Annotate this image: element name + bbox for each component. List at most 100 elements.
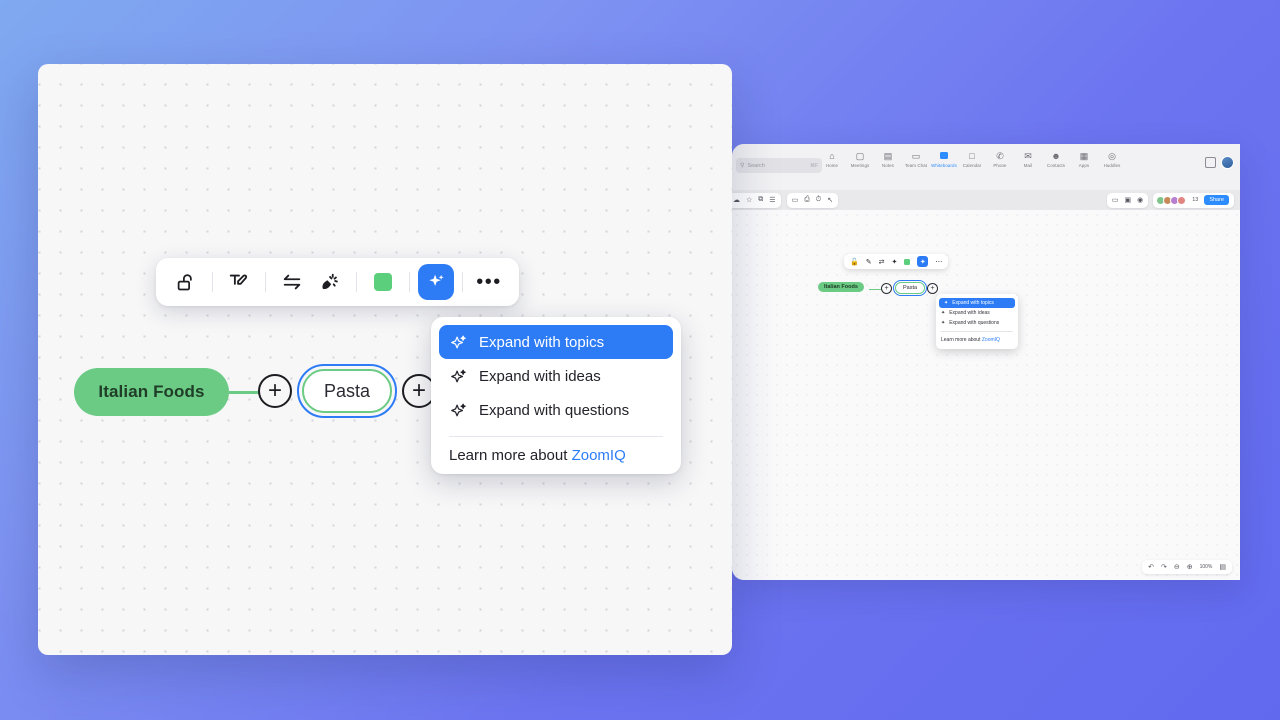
thumbnail-node-root[interactable]: Italian Foods (818, 282, 864, 292)
zoomiq-link[interactable]: ZoomIQ (572, 447, 626, 464)
thumbnail-collab-tools: ▭ ▣ ◉ 13 Share (1106, 192, 1234, 208)
thumbnail-collab-tool-2[interactable]: ◉ (1137, 196, 1143, 204)
menu-item-expand-with-topics[interactable]: Expand with topics (439, 325, 673, 359)
magic-wand-icon[interactable] (312, 264, 348, 300)
toolbar-divider (212, 272, 213, 292)
thumbnail-collab-tool-0[interactable]: ▭ (1112, 196, 1119, 204)
thumbnail-menu-item-questions[interactable]: ✦ Expand with questions (936, 318, 1018, 328)
thumbnail-nav-item-label: Contacts (1046, 163, 1066, 168)
menu-item-label: Expand with topics (479, 333, 605, 351)
thumbnail-nav-item-home[interactable]: ⌂ Home (818, 150, 846, 168)
learn-more-row: Learn more about ZoomIQ (431, 441, 681, 468)
thumbnail-tool-2[interactable]: ⧉ (758, 196, 763, 204)
thumbnail-view-tools[interactable]: ▭ ⎙ ⏱ ↖ (786, 192, 839, 208)
mindmap-node-child-label: Pasta (323, 380, 371, 401)
add-child-node-button[interactable]: + (258, 374, 292, 408)
thumbnail-nav-item-huddles[interactable]: ◎ Huddles (1098, 150, 1126, 168)
more-icon[interactable]: ⋯ (935, 258, 942, 266)
menu-item-expand-with-questions[interactable]: Expand with questions (439, 393, 673, 427)
undo-icon[interactable]: ↶ (1148, 563, 1154, 571)
nav-icon: ▤ (883, 151, 893, 161)
color-swatch-button[interactable] (365, 264, 401, 300)
thumbnail-menu-item-label: Expand with questions (949, 320, 1000, 326)
share-button[interactable]: Share (1204, 195, 1229, 205)
sparkle-icon: ✦ (944, 300, 949, 306)
thumbnail-nav-item-team-chat[interactable]: ▭ Team Chat (902, 150, 930, 168)
ai-sparkle-icon[interactable]: ✦ (917, 256, 929, 267)
thumbnail-file-tools[interactable]: ☁ ☆ ⧉ ☰ (732, 192, 781, 208)
thumbnail-zoomiq-link[interactable]: ZoomIQ (982, 337, 1000, 343)
sparkle-icon: ✦ (941, 310, 946, 316)
node-floating-toolbar: ••• (156, 258, 519, 306)
nav-icon: ▢ (855, 151, 865, 161)
thumbnail-nav-item-contacts[interactable]: ☻ Contacts (1042, 150, 1070, 168)
menu-item-expand-with-ideas[interactable]: Expand with ideas (439, 359, 673, 393)
search-shortcut: ⌘F (809, 162, 818, 169)
thumbnail-tool-3[interactable]: ↖ (827, 196, 833, 204)
thumbnail-learn-more: Learn more about ZoomIQ (936, 335, 1018, 345)
thumbnail-context-menu: ✦ Expand with topics ✦ Expand with ideas… (936, 294, 1018, 349)
redo-icon[interactable]: ↷ (1161, 563, 1167, 571)
thumbnail-nav-item-label: Mail (1023, 163, 1033, 168)
thumbnail-nav-item-phone[interactable]: ✆ Phone (986, 150, 1014, 168)
mindmap-node-root[interactable]: Italian Foods (74, 368, 229, 416)
thumbnail-comment-tools[interactable]: ▭ ▣ ◉ (1106, 192, 1149, 208)
thumbnail-tool-0[interactable]: ☁ (733, 196, 740, 204)
menu-divider (449, 436, 663, 437)
thumbnail-nav-item-meetings[interactable]: ▢ Meetings (846, 150, 874, 168)
toolbar-divider (409, 272, 410, 292)
thumbnail-nav-item-whiteboards[interactable]: Whiteboards (930, 150, 958, 168)
toolbar-divider (356, 272, 357, 292)
nav-icon (930, 150, 958, 162)
thumbnail-node-child[interactable]: Pasta (892, 280, 928, 296)
thumbnail-nav-item-apps[interactable]: ▦ Apps (1070, 150, 1098, 168)
thumbnail-nav-item-label: Meetings (850, 163, 870, 168)
thumbnail-add-node-button-2[interactable]: + (927, 283, 938, 294)
thumbnail-canvas: 🔓 ✎ ⇄ ✦ ✦ ⋯ Italian Foods + Pasta + ✦ Ex… (732, 210, 1240, 580)
thumbnail-tool-3[interactable]: ☰ (769, 196, 775, 204)
toolbar-divider (265, 272, 266, 292)
sparkle-icon: ✦ (941, 320, 946, 326)
thumbnail-add-node-button[interactable]: + (881, 283, 892, 294)
window-controls-icon[interactable] (1205, 157, 1216, 168)
whiteboard-canvas[interactable]: Italian Foods + Pasta + ••• Expand with … (38, 64, 732, 655)
nav-icon: ✆ (996, 151, 1004, 161)
edit-text-icon[interactable]: ✎ (866, 258, 872, 266)
mindmap-node-selected[interactable]: Pasta (297, 364, 397, 418)
nav-icon: ✉ (1024, 151, 1032, 161)
thumbnail-nav-item-label: Huddles (1103, 163, 1121, 168)
thumbnail-tool-1[interactable]: ☆ (746, 196, 752, 204)
thumbnail-nav-item-label: Apps (1078, 163, 1090, 168)
thumbnail-nav-item-notes[interactable]: ▤ Notes (874, 150, 902, 168)
nav-icon: ◎ (1108, 151, 1116, 161)
ai-sparkle-button[interactable] (418, 264, 454, 300)
swap-icon[interactable]: ⇄ (879, 258, 885, 266)
thumbnail-menu-item-topics[interactable]: ✦ Expand with topics (939, 298, 1015, 308)
unlock-icon[interactable]: 🔓 (850, 258, 859, 266)
thumbnail-zoom-controls: ↶ ↷ ⊖ ⊕ 100% ▤ (1142, 560, 1232, 574)
zoom-level-label: 100% (1199, 564, 1213, 570)
magic-wand-icon[interactable]: ✦ (891, 258, 897, 266)
edit-text-icon[interactable] (221, 264, 257, 300)
zoom-in-icon[interactable]: ⊕ (1187, 563, 1193, 571)
thumbnail-nav-item-mail[interactable]: ✉ Mail (1014, 150, 1042, 168)
thumbnail-collab-tool-1[interactable]: ▣ (1124, 196, 1131, 204)
thumbnail-search-input[interactable]: ⚲ Search ⌘F (736, 158, 822, 173)
thumbnail-nav-item-calendar[interactable]: □ Calendar (958, 150, 986, 168)
unlock-icon[interactable] (168, 264, 204, 300)
sparkle-icon (449, 402, 467, 419)
zoom-out-icon[interactable]: ⊖ (1174, 563, 1180, 571)
thumbnail-tool-1[interactable]: ⎙ (804, 196, 810, 204)
color-swatch (374, 273, 392, 291)
thumbnail-menu-item-label: Expand with ideas (949, 310, 990, 316)
thumbnail-menu-item-ideas[interactable]: ✦ Expand with ideas (936, 308, 1018, 318)
color-swatch[interactable] (904, 258, 911, 265)
more-icon[interactable]: ••• (471, 264, 507, 300)
ai-expand-context-menu: Expand with topics Expand with ideas Exp… (431, 317, 681, 474)
lock-icon[interactable]: ▤ (1219, 563, 1226, 571)
user-avatar[interactable] (1221, 156, 1234, 169)
thumbnail-tool-0[interactable]: ▭ (792, 196, 799, 204)
thumbnail-nav: ⌂ Home ▢ Meetings ▤ Notes ▭ Team Chat Whiteboard… (818, 150, 1126, 168)
thumbnail-tool-2[interactable]: ⏱ (816, 196, 821, 204)
swap-icon[interactable] (274, 264, 310, 300)
